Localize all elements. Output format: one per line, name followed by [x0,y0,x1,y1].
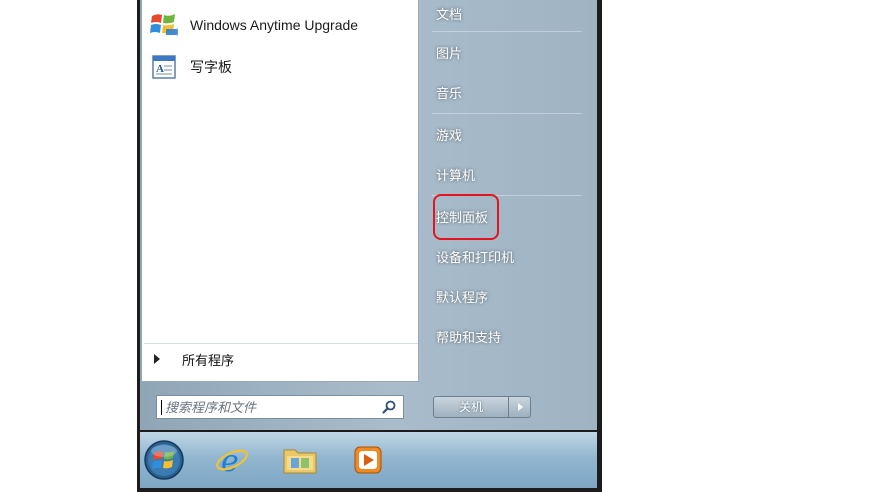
triangle-right-icon [154,354,160,364]
shutdown-options-button[interactable] [509,396,531,418]
windows-upgrade-icon [148,9,180,41]
menu-item-default-programs[interactable]: 默认程序 [436,286,488,310]
all-programs-label: 所有程序 [182,352,235,368]
programs-pane: Windows Anytime Upgrade A 写字板 所有程序 [142,0,419,382]
menu-item-pictures[interactable]: 图片 [436,42,462,66]
menu-item-music[interactable]: 音乐 [436,82,462,106]
program-label: 写字板 [190,59,232,75]
screenshot-frame: Windows Anytime Upgrade A 写字板 所有程序 搜索程序和… [137,0,602,492]
separator [432,31,582,32]
all-programs-button[interactable]: 所有程序 [144,343,418,374]
svg-text:e: e [221,444,239,478]
taskbar-media-player[interactable] [346,438,390,482]
separator [432,113,582,114]
folder-icon [283,449,317,474]
program-label: Windows Anytime Upgrade [190,17,359,33]
highlight-annotation [433,194,499,240]
triangle-right-icon [517,403,523,411]
menu-item-documents[interactable]: 文档 [436,3,462,27]
shutdown-control: 关机 [433,396,533,418]
start-menu: Windows Anytime Upgrade A 写字板 所有程序 搜索程序和… [140,0,597,430]
program-windows-anytime-upgrade[interactable]: Windows Anytime Upgrade [148,7,410,43]
search-field[interactable] [156,395,404,419]
start-button[interactable] [142,438,186,482]
media-player-icon [354,446,382,474]
menu-item-computer[interactable]: 计算机 [436,164,475,188]
search-icon[interactable] [381,399,397,415]
wordpad-icon: A [148,51,180,83]
taskbar-internet-explorer[interactable]: e [210,438,254,482]
program-wordpad[interactable]: A 写字板 [148,49,410,85]
windows-orb-icon [144,440,184,480]
places-pane: 文档 图片 音乐 游戏 计算机 控制面板 设备和打印机 默认程序 帮助和支持 [422,0,597,381]
taskbar: e [140,432,597,488]
menu-item-games[interactable]: 游戏 [436,124,462,148]
menu-item-help-and-support[interactable]: 帮助和支持 [436,326,501,350]
shutdown-button[interactable]: 关机 [433,396,509,418]
internet-explorer-icon: e [216,444,248,478]
taskbar-file-explorer[interactable] [278,438,322,482]
menu-item-devices-and-printers[interactable]: 设备和打印机 [436,246,514,270]
svg-text:A: A [156,63,164,75]
search-input[interactable] [162,399,375,415]
